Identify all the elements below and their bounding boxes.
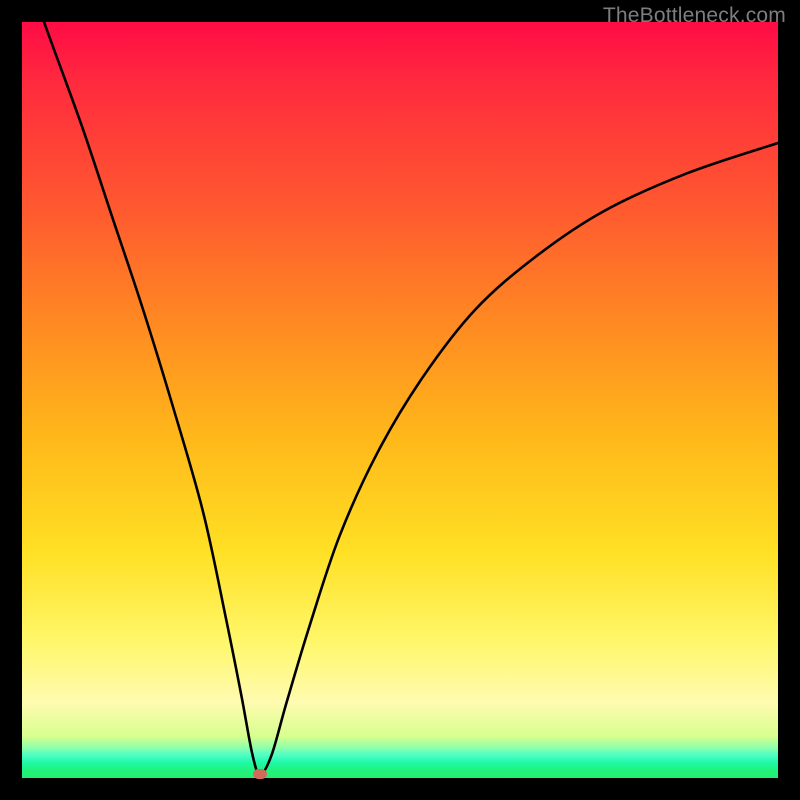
chart-frame: TheBottleneck.com: [0, 0, 800, 800]
plot-area: [22, 22, 778, 778]
watermark-text: TheBottleneck.com: [603, 4, 786, 28]
optimal-point-marker: [253, 769, 267, 779]
curve-svg: [22, 22, 778, 778]
bottleneck-curve: [22, 0, 778, 774]
